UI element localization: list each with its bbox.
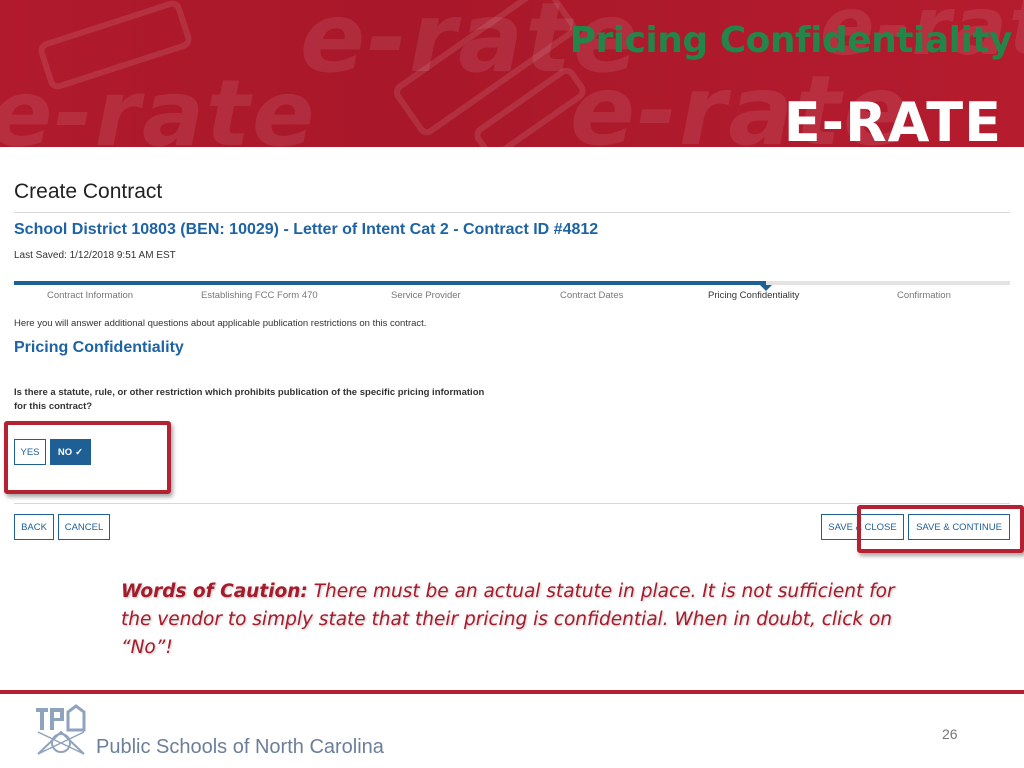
dpi-logo-icon bbox=[36, 704, 86, 755]
step-establishing-fcc-form-470[interactable]: Establishing FCC Form 470 bbox=[201, 290, 318, 301]
divider bbox=[14, 212, 1010, 213]
section-title: Pricing Confidentiality bbox=[14, 339, 184, 356]
progress-steps: Contract Information Establishing FCC Fo… bbox=[14, 290, 1010, 304]
intro-text: Here you will answer additional question… bbox=[14, 318, 427, 329]
step-confirmation[interactable]: Confirmation bbox=[897, 290, 951, 301]
footer-divider bbox=[0, 690, 1024, 694]
step-contract-dates[interactable]: Contract Dates bbox=[560, 290, 623, 301]
last-saved-timestamp: Last Saved: 1/12/2018 9:51 AM EST bbox=[14, 250, 176, 261]
progress-bar bbox=[14, 281, 1010, 291]
page-title: Create Contract bbox=[14, 180, 163, 203]
progress-fill bbox=[14, 281, 766, 285]
divider bbox=[14, 503, 1010, 504]
question-text: Is there a statute, rule, or other restr… bbox=[14, 387, 485, 412]
header-banner: e-rate e-rate e-rate e-rate Pricing Conf… bbox=[0, 0, 1024, 147]
step-service-provider[interactable]: Service Provider bbox=[391, 290, 461, 301]
highlight-save-continue bbox=[857, 505, 1024, 553]
step-contract-information[interactable]: Contract Information bbox=[47, 290, 133, 301]
contract-title: School District 10803 (BEN: 10029) - Let… bbox=[14, 221, 599, 238]
slide-title: Pricing Confidentiality bbox=[569, 20, 1013, 61]
caution-label: Words of Caution: bbox=[121, 581, 308, 602]
cancel-button[interactable]: CANCEL bbox=[58, 514, 110, 540]
step-pricing-confidentiality[interactable]: Pricing Confidentiality bbox=[708, 290, 799, 301]
page-number: 26 bbox=[942, 726, 958, 742]
caution-note: Words of Caution: There must be an actua… bbox=[121, 578, 921, 662]
footer-org-name: Public Schools of North Carolina bbox=[96, 736, 384, 758]
erate-logo: E-RATE bbox=[783, 91, 1002, 148]
highlight-yes-no bbox=[4, 421, 171, 494]
back-button[interactable]: BACK bbox=[14, 514, 54, 540]
